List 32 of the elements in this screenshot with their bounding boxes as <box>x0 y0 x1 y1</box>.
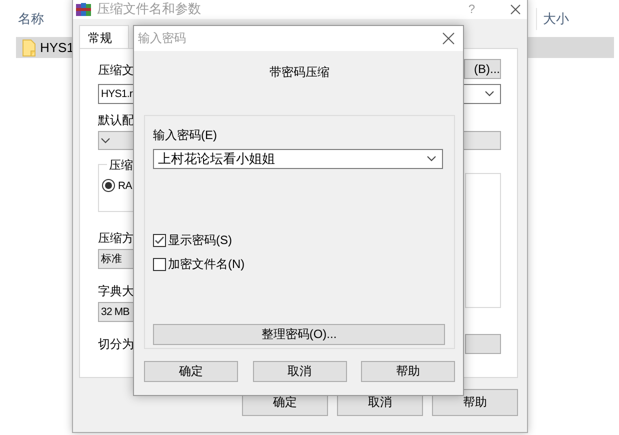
browse-button[interactable]: (B)... <box>464 59 501 79</box>
column-header[interactable]: 名称 <box>18 10 44 28</box>
dialog-button[interactable]: 取消 <box>252 361 346 382</box>
checkbox[interactable] <box>153 234 166 247</box>
password-field[interactable]: 上村花论坛看小姐姐 <box>153 149 443 169</box>
close-icon[interactable] <box>442 32 455 45</box>
dialog-button[interactable]: 帮助 <box>361 361 455 382</box>
field-label: 字典大 <box>98 283 134 300</box>
dialog-button[interactable]: 帮助 <box>432 389 518 416</box>
field-label: 输入密码(E) <box>153 127 217 144</box>
organize-passwords-button[interactable]: 整理密码(O)... <box>153 324 445 345</box>
file-name: HYS1 <box>40 40 74 55</box>
dialog-button[interactable]: 确定 <box>144 361 238 382</box>
checkbox-label: 加密文件名(N) <box>168 256 245 273</box>
radio-label: RA <box>118 180 132 192</box>
field-label: 切分为 <box>98 336 134 353</box>
file-icon <box>22 38 36 56</box>
field-label: 压缩文 <box>98 62 134 79</box>
radio-button[interactable] <box>102 179 115 192</box>
checkbox-label: 显示密码(S) <box>168 232 232 249</box>
chevron-icon <box>427 156 436 162</box>
chevron-icon <box>485 91 494 97</box>
field-label: 压缩方 <box>98 230 134 247</box>
column-header[interactable]: 大小 <box>543 10 569 28</box>
close-icon[interactable] <box>510 4 521 14</box>
window-title: 输入密码 <box>138 30 186 47</box>
tab[interactable]: 常规 <box>79 25 129 48</box>
field-label: 默认配 <box>98 112 134 129</box>
chevron-icon <box>101 138 110 144</box>
dialog-heading: 带密码压缩 <box>268 64 330 81</box>
checkbox[interactable] <box>153 258 166 271</box>
window-title: 压缩文件名和参数 <box>97 0 201 18</box>
